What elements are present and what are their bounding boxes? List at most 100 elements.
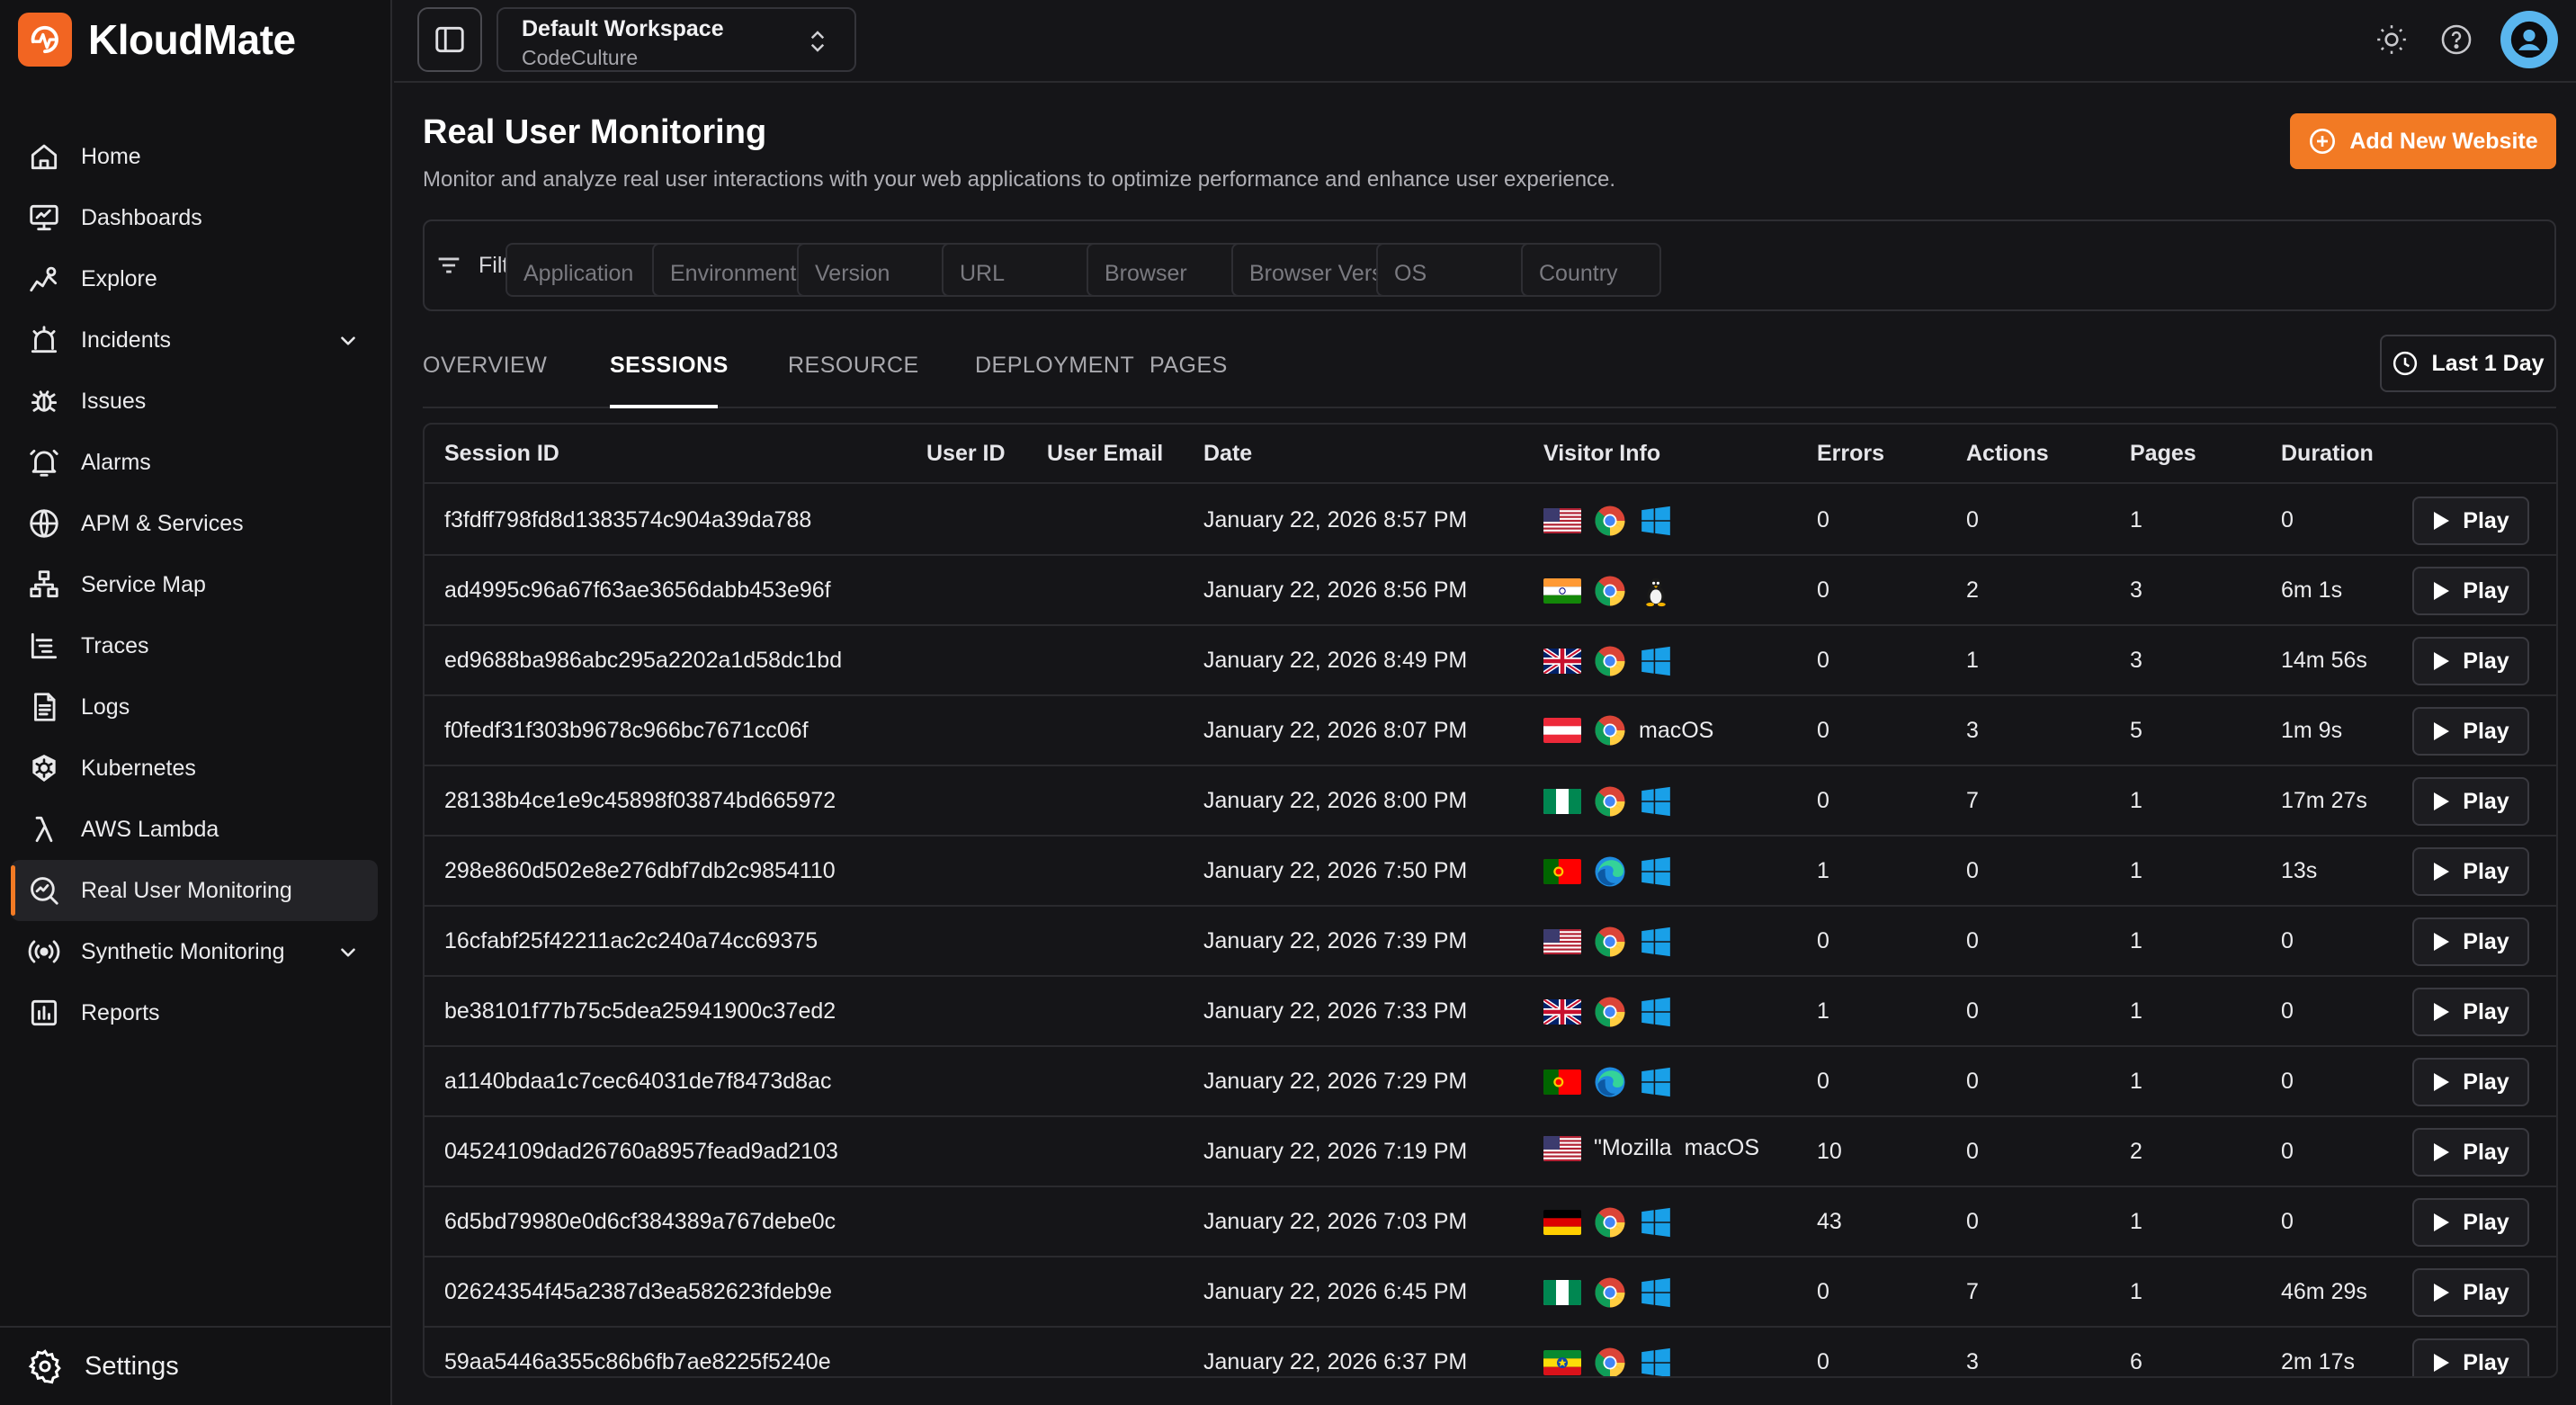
sidebar-item-real-user-monitoring[interactable]: Real User Monitoring xyxy=(11,860,378,921)
sidebar-item-kubernetes[interactable]: Kubernetes xyxy=(11,738,378,799)
sidebar-item-reports[interactable]: Reports xyxy=(11,982,378,1043)
session-id: ed9688ba986abc295a2202a1d58dc1bd xyxy=(444,648,843,673)
sidebar-item-alarms[interactable]: Alarms xyxy=(11,432,378,493)
actions-count: 2 xyxy=(1966,577,1979,603)
filter-placeholder: OS xyxy=(1394,261,1427,286)
table-row[interactable]: f0fedf31f303b9678c966bc7671cc06f January … xyxy=(425,696,2556,766)
table-row[interactable]: ed9688ba986abc295a2202a1d58dc1bd January … xyxy=(425,626,2556,696)
play-label: Play xyxy=(2463,1349,2509,1375)
sidebar-item-synthetic-monitoring[interactable]: Synthetic Monitoring xyxy=(11,921,378,982)
errors-count: 0 xyxy=(1817,788,1829,813)
filter-placeholder: Browser xyxy=(1105,261,1187,286)
country-flag-pt-icon xyxy=(1543,859,1581,884)
country-flag-in-icon xyxy=(1543,578,1581,604)
play-session-button[interactable]: Play xyxy=(2412,497,2529,545)
session-date: January 22, 2026 7:39 PM xyxy=(1203,928,1468,953)
play-session-button[interactable]: Play xyxy=(2412,777,2529,826)
sidebar-item-service-map[interactable]: Service Map xyxy=(11,554,378,615)
table-row[interactable]: 02624354f45a2387d3ea582623fdeb9e January … xyxy=(425,1257,2556,1328)
user-avatar[interactable] xyxy=(2500,11,2558,68)
play-label: Play xyxy=(2463,507,2509,533)
visitor-info xyxy=(1543,1275,1673,1310)
sidebar-item-incidents[interactable]: Incidents xyxy=(11,309,378,371)
service-map-icon xyxy=(30,570,58,598)
actions-count: 0 xyxy=(1966,928,1979,953)
table-row[interactable]: 28138b4ce1e9c45898f03874bd665972 January … xyxy=(425,766,2556,837)
table-row[interactable]: be38101f77b75c5dea25941900c37ed2 January … xyxy=(425,977,2556,1047)
play-session-button[interactable]: Play xyxy=(2412,567,2529,615)
play-session-button[interactable]: Play xyxy=(2412,1058,2529,1106)
session-date: January 22, 2026 7:29 PM xyxy=(1203,1069,1468,1094)
play-session-button[interactable]: Play xyxy=(2412,1338,2529,1376)
table-row[interactable]: 59aa5446a355c86b6fb7ae8225f5240e January … xyxy=(425,1328,2556,1376)
play-icon xyxy=(2434,722,2450,740)
table-row[interactable]: a1140bdaa1c7cec64031de7f8473d8ac January … xyxy=(425,1047,2556,1117)
filter-country-select[interactable]: Country xyxy=(1521,243,1661,297)
play-session-button[interactable]: Play xyxy=(2412,988,2529,1036)
kubernetes-icon xyxy=(32,754,56,783)
visitor-info xyxy=(1543,995,1673,1029)
errors-count: 0 xyxy=(1817,648,1829,673)
table-row[interactable]: f3fdff798fd8d1383574c904a39da788 January … xyxy=(425,486,2556,556)
errors-count: 0 xyxy=(1817,577,1829,603)
actions-count: 0 xyxy=(1966,858,1979,883)
session-date: January 22, 2026 8:57 PM xyxy=(1203,507,1468,532)
gear-icon xyxy=(28,1349,61,1384)
play-session-button[interactable]: Play xyxy=(2412,1198,2529,1247)
tab-resource[interactable]: RESOURCE xyxy=(788,353,919,379)
pages-count: 1 xyxy=(2130,1069,2142,1094)
sidebar-item-label: Real User Monitoring xyxy=(81,877,292,903)
session-date: January 22, 2026 6:37 PM xyxy=(1203,1349,1468,1374)
tab-sessions[interactable]: SESSIONS xyxy=(610,353,729,379)
errors-count: 0 xyxy=(1817,507,1829,532)
sidebar-toggle-button[interactable] xyxy=(417,7,482,72)
play-label: Play xyxy=(2463,858,2509,884)
sidebar-item-label: Synthetic Monitoring xyxy=(81,938,285,964)
table-row[interactable]: 298e860d502e8e276dbf7db2c9854110 January … xyxy=(425,837,2556,907)
play-session-button[interactable]: Play xyxy=(2412,707,2529,756)
tab-pages[interactable]: PAGES xyxy=(1149,353,1228,379)
tab-overview[interactable]: OVERVIEW xyxy=(423,353,547,379)
time-range-button[interactable]: Last 1 Day xyxy=(2380,335,2556,392)
sidebar-item-aws-lambda[interactable]: AWS Lambda xyxy=(11,799,378,860)
visitor-info xyxy=(1543,1205,1673,1239)
sidebar-item-apm-services[interactable]: APM & Services xyxy=(11,493,378,554)
workspace-selector[interactable]: Default Workspace CodeCulture xyxy=(496,7,856,72)
play-session-button[interactable]: Play xyxy=(2412,847,2529,896)
table-row[interactable]: 6d5bd79980e0d6cf384389a767debe0c January … xyxy=(425,1187,2556,1257)
play-icon xyxy=(2434,1073,2450,1091)
tab-deployment[interactable]: DEPLOYMENT xyxy=(975,353,1134,379)
sidebar-item-traces[interactable]: Traces xyxy=(11,615,378,676)
sidebar-item-issues[interactable]: Issues xyxy=(11,371,378,432)
play-session-button[interactable]: Play xyxy=(2412,1128,2529,1177)
settings-button[interactable]: Settings xyxy=(0,1326,392,1405)
play-label: Play xyxy=(2463,1279,2509,1305)
theme-toggle-button[interactable] xyxy=(2371,19,2412,60)
sidebar-item-dashboards[interactable]: Dashboards xyxy=(11,187,378,248)
errors-count: 0 xyxy=(1817,1349,1829,1374)
help-button[interactable] xyxy=(2436,19,2477,60)
sidebar-item-logs[interactable]: Logs xyxy=(11,676,378,738)
sidebar-item-explore[interactable]: Explore xyxy=(11,248,378,309)
play-session-button[interactable]: Play xyxy=(2412,917,2529,966)
sidebar-item-home[interactable]: Home xyxy=(11,126,378,187)
sidebar-item-label: Issues xyxy=(81,388,147,414)
brand-name: KloudMate xyxy=(88,16,296,63)
play-session-button[interactable]: Play xyxy=(2412,637,2529,685)
session-duration: 0 xyxy=(2281,507,2294,532)
session-date: January 22, 2026 6:45 PM xyxy=(1203,1279,1468,1304)
play-session-button[interactable]: Play xyxy=(2412,1268,2529,1317)
add-new-website-button[interactable]: Add New Website xyxy=(2290,113,2556,169)
chevron-down-icon xyxy=(341,948,355,957)
table-row[interactable]: ad4995c96a67f63ae3656dabb453e96f January … xyxy=(425,556,2556,626)
table-row[interactable]: 04524109dad26760a8957fead9ad2103 January … xyxy=(425,1117,2556,1187)
table-row[interactable]: 16cfabf25f42211ac2c240a74cc69375 January … xyxy=(425,907,2556,977)
session-duration: 14m 56s xyxy=(2281,648,2367,673)
kloudmate-logo-icon xyxy=(18,13,72,67)
play-label: Play xyxy=(2463,1139,2509,1165)
brand[interactable]: KloudMate xyxy=(18,13,296,67)
play-icon xyxy=(2434,582,2450,600)
actions-count: 7 xyxy=(1966,1279,1979,1304)
play-icon xyxy=(2434,652,2450,670)
country-flag-ng-icon xyxy=(1543,789,1581,814)
